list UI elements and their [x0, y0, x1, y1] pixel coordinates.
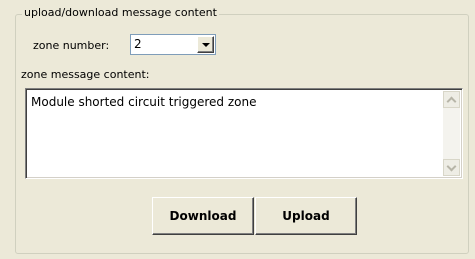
zone-number-select[interactable]: 2: [130, 34, 216, 55]
group-title: upload/download message content: [22, 6, 219, 20]
chevron-down-icon: [202, 43, 210, 47]
zone-number-label: zone number:: [33, 39, 110, 52]
scroll-down-button[interactable]: [443, 159, 460, 176]
zone-message-content-label: zone message content:: [21, 68, 150, 81]
zone-message-text: Module shorted circuit triggered zone: [31, 95, 257, 109]
zone-number-value: 2: [134, 37, 142, 51]
zone-number-dropdown-button[interactable]: [197, 36, 214, 53]
upload-button[interactable]: Upload: [255, 197, 357, 235]
chevron-up-icon: [446, 96, 457, 107]
vertical-scrollbar[interactable]: [443, 91, 460, 176]
scroll-up-button[interactable]: [443, 91, 460, 108]
chevron-down-icon: [446, 161, 457, 172]
download-button[interactable]: Download: [152, 197, 254, 235]
zone-message-content-textarea[interactable]: Module shorted circuit triggered zone: [25, 88, 463, 179]
